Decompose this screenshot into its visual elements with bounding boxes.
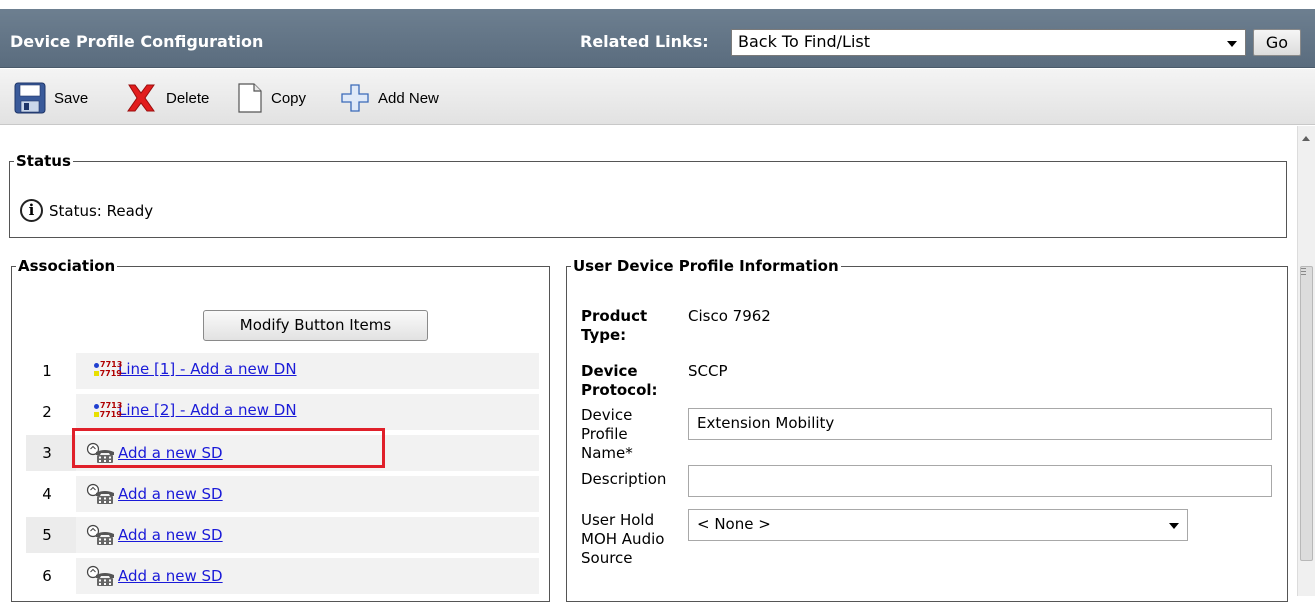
speed-dial-4-link[interactable]: Add a new SD [86, 483, 223, 505]
row-cell: 7713 7719 Line [2] - Add a new DN [76, 394, 539, 430]
related-links-value: Back To Find/List [738, 32, 870, 51]
save-button[interactable]: Save [14, 82, 88, 114]
go-button[interactable]: Go [1253, 29, 1301, 56]
scroll-up-icon[interactable] [1302, 136, 1310, 141]
copy-icon [238, 83, 262, 113]
save-icon [14, 82, 46, 114]
description-label: Description [581, 470, 667, 488]
row-number: 6 [26, 558, 68, 594]
delete-button[interactable]: Delete [124, 82, 209, 114]
top-strip [0, 0, 1315, 9]
related-links-select[interactable]: Back To Find/List [731, 29, 1246, 56]
delete-label: Delete [166, 89, 210, 107]
row-cell: Add a new SD [76, 476, 539, 512]
save-label: Save [54, 89, 89, 107]
speed-dial-icon [86, 565, 114, 586]
line-2-link[interactable]: 7713 7719 Line [2] - Add a new DN [90, 401, 297, 419]
association-row: 2 7713 7719 Line [2] - Add a new DN [26, 394, 539, 430]
line-1-label: Line [1] - Add a new DN [118, 360, 297, 378]
row-number: 4 [26, 476, 68, 512]
delete-icon [127, 84, 155, 112]
row-cell: Add a new SD [76, 517, 539, 553]
add-new-label: Add New [378, 89, 439, 107]
device-profile-name-label: Device Profile Name* [581, 406, 633, 462]
scrollbar-thumb[interactable] [1300, 266, 1313, 561]
status-legend: Status [16, 152, 71, 170]
page-title: Device Profile Configuration [10, 32, 264, 51]
udp-legend: User Device Profile Information [573, 257, 839, 275]
status-text: Status: Ready [49, 201, 154, 220]
related-links-label: Related Links: [580, 32, 709, 51]
page-header: Device Profile Configuration Related Lin… [0, 9, 1315, 68]
speed-dial-5-label: Add a new SD [118, 526, 223, 544]
line-icon: 7713 7719 [94, 401, 123, 419]
moh-audio-source-select[interactable]: < None > [688, 509, 1188, 541]
moh-audio-source-value: < None > [697, 515, 771, 533]
row-number: 2 [26, 394, 68, 430]
speed-dial-5-link[interactable]: Add a new SD [86, 524, 223, 546]
product-type-label: Product Type: [581, 307, 648, 344]
chevron-down-icon [1169, 523, 1179, 529]
speed-dial-4-label: Add a new SD [118, 485, 223, 503]
row-number: 1 [26, 353, 68, 389]
speed-dial-icon [86, 483, 114, 504]
product-type-value: Cisco 7962 [688, 307, 771, 325]
highlight-box [72, 428, 385, 468]
row-number: 5 [26, 517, 68, 553]
vertical-scrollbar[interactable] [1297, 126, 1315, 596]
row-number: 3 [26, 435, 68, 471]
add-new-button[interactable]: Add New [340, 82, 439, 114]
status-section: Status i Status: Ready [9, 152, 1287, 238]
row-cell: 7713 7719 Line [1] - Add a new DN [76, 353, 539, 389]
user-device-profile-section: User Device Profile Information Product T… [566, 257, 1288, 602]
line-1-link[interactable]: 7713 7719 Line [1] - Add a new DN [90, 360, 297, 378]
row-cell: Add a new SD [76, 558, 539, 594]
moh-audio-source-label: User Hold MOH Audio Source [581, 511, 665, 567]
description-input[interactable] [688, 465, 1272, 497]
line-2-label: Line [2] - Add a new DN [118, 401, 297, 419]
association-row: 6 Add a new SD [26, 558, 539, 594]
device-protocol-value: SCCP [688, 362, 728, 380]
copy-label: Copy [271, 89, 307, 107]
association-row: 4 Add a new SD [26, 476, 539, 512]
association-row: 5 Add a new SD [26, 517, 539, 553]
chevron-down-icon [1227, 41, 1237, 47]
main-content: Status i Status: Ready Association Modif… [0, 126, 1297, 602]
info-icon: i [20, 199, 43, 222]
speed-dial-icon [86, 524, 114, 545]
line-icon: 7713 7719 [94, 360, 123, 378]
status-row: i Status: Ready [20, 199, 153, 222]
association-row: 1 7713 7719 Line [1] - Add a new DN [26, 353, 539, 389]
device-profile-name-input[interactable]: Extension Mobility [688, 408, 1272, 440]
copy-button[interactable]: Copy [237, 82, 306, 114]
toolbar: Save Delete Copy Add New [0, 69, 1315, 125]
device-protocol-label: Device Protocol: [581, 362, 658, 399]
association-legend: Association [18, 257, 116, 275]
add-icon [341, 84, 369, 112]
speed-dial-6-link[interactable]: Add a new SD [86, 565, 223, 587]
speed-dial-6-label: Add a new SD [118, 567, 223, 585]
modify-button-items-button[interactable]: Modify Button Items [203, 310, 428, 341]
grip-icon [1301, 268, 1306, 275]
